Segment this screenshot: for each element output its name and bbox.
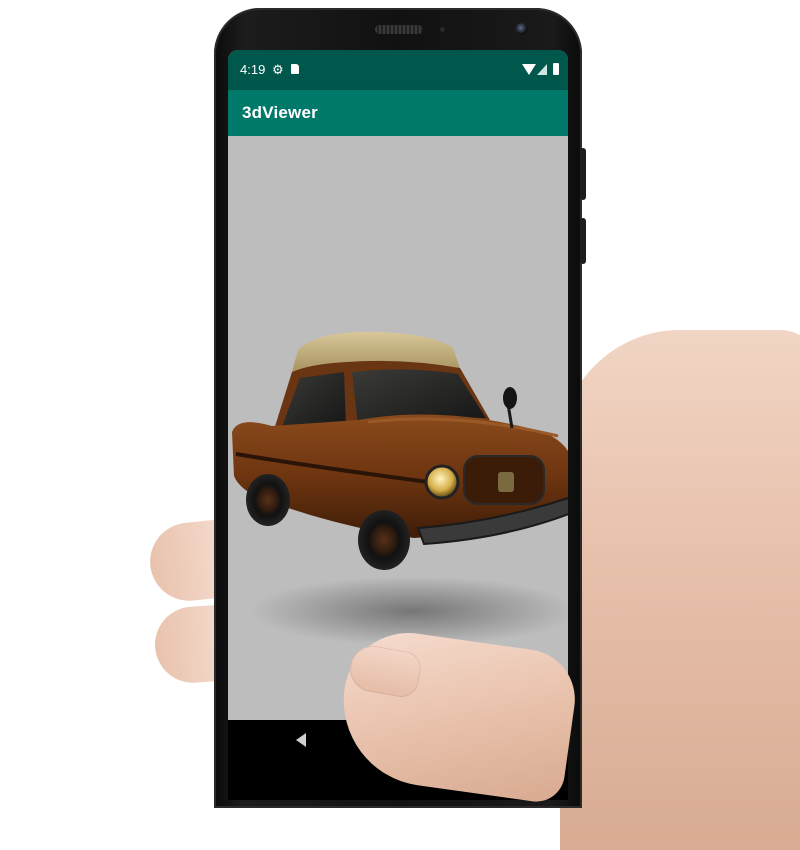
back-icon[interactable]: [296, 733, 306, 747]
car-badge: [498, 472, 514, 492]
power-button: [580, 218, 586, 264]
volume-button: [580, 148, 586, 200]
scene: 4:19 ⚙ 3dViewer: [0, 0, 800, 850]
app-bar: 3dViewer: [228, 90, 568, 136]
proximity-sensor: [440, 27, 445, 32]
status-bar: 4:19 ⚙: [228, 50, 568, 90]
app-title: 3dViewer: [242, 103, 318, 122]
battery-icon: [553, 63, 559, 75]
status-time: 4:19: [240, 62, 266, 77]
wifi-icon: [522, 64, 536, 75]
car-headlight: [424, 464, 460, 500]
car-mirror: [503, 387, 517, 409]
signal-icon: [537, 64, 547, 75]
car-front-wheel: [358, 510, 410, 570]
earpiece-speaker: [375, 25, 423, 34]
car-rear-wheel: [246, 474, 290, 526]
sd-card-icon: [291, 64, 299, 74]
gear-icon: ⚙: [272, 62, 284, 77]
front-camera: [516, 23, 528, 35]
phone-screen: 4:19 ⚙ 3dViewer: [228, 50, 568, 730]
hand-palm: [560, 330, 800, 850]
